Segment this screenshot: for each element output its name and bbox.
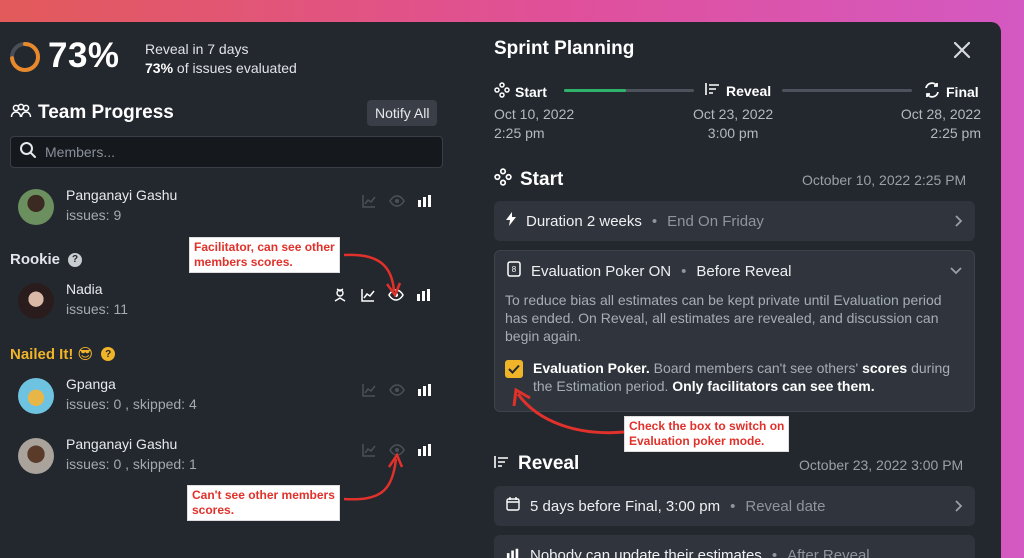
team-icon <box>10 103 32 124</box>
member-name: Gpanga <box>66 376 116 392</box>
close-icon[interactable] <box>950 38 974 62</box>
avatar <box>18 438 54 474</box>
member-issues: issues: 9 <box>66 207 122 223</box>
chevron-right-icon <box>955 215 963 227</box>
chevron-down-icon <box>950 267 962 275</box>
eye-icon[interactable] <box>389 193 405 209</box>
sprint-planning-column: Sprint Planning Start Reveal Final Oct 1… <box>460 22 1001 558</box>
member-name: Nadia <box>66 281 103 297</box>
search-icon <box>19 141 37 164</box>
cant-see-callout: Can't see other members scores. <box>187 485 340 521</box>
notify-all-button[interactable]: Notify All <box>367 100 438 126</box>
timeline-progress <box>564 89 626 92</box>
refresh-icon <box>923 82 941 101</box>
team-progress-column: 73% Reveal in 7 days 73% of issues evalu… <box>0 22 460 558</box>
stats-icon <box>506 547 520 558</box>
reveal-date-card[interactable]: 5 days before Final, 3:00 pm • Reveal da… <box>494 486 975 526</box>
help-icon[interactable]: ? <box>101 347 116 361</box>
avatar <box>18 283 54 319</box>
bolt-icon <box>506 212 516 230</box>
sprint-panel: 73% Reveal in 7 days 73% of issues evalu… <box>0 22 1001 558</box>
member-issues: issues: 0 , skipped: 1 <box>66 456 197 472</box>
callout-arrow <box>512 387 625 435</box>
reveal-section-date: October 23, 2022 3:00 PM <box>799 457 964 473</box>
start-date: Oct 10, 2022 2:25 pm <box>494 106 575 141</box>
reveal-section-header: Reveal <box>494 453 579 475</box>
member-issues: issues: 11 <box>66 301 128 317</box>
start-icon <box>494 168 512 191</box>
timeline-track <box>782 89 912 92</box>
member-row[interactable]: Panganayi Gashu issues: 9 <box>18 187 438 227</box>
progress-ring <box>10 42 40 72</box>
member-issues: issues: 0 , skipped: 4 <box>66 396 197 412</box>
member-name: Panganayi Gashu <box>66 436 178 452</box>
reveal-icon <box>494 455 510 474</box>
member-actions <box>361 193 433 209</box>
members-search[interactable] <box>10 136 443 168</box>
stats-icon[interactable] <box>417 193 433 209</box>
facilitator-callout: Facilitator, can see other members scores… <box>189 237 340 273</box>
member-name: Panganayi Gashu <box>66 187 178 203</box>
members-search-input[interactable] <box>45 144 425 160</box>
start-icon <box>494 82 510 101</box>
poker-description: To reduce bias all estimates can be kept… <box>505 292 942 344</box>
evaluated-summary: 73% of issues evaluated <box>145 60 297 76</box>
svg-text:8: 8 <box>512 265 517 274</box>
help-icon[interactable]: ? <box>68 252 83 267</box>
stage-reveal: Reveal <box>705 82 771 99</box>
final-date: Oct 28, 2022 2:25 pm <box>900 106 981 141</box>
callout-arrows <box>343 253 404 501</box>
avatar <box>18 189 54 225</box>
reveal-icon <box>705 82 721 99</box>
progress-percentage: 73% <box>48 36 120 75</box>
team-progress-header: Team Progress <box>10 102 174 124</box>
duration-card[interactable]: Duration 2 weeks • End On Friday <box>494 201 975 241</box>
chart-icon[interactable] <box>361 193 377 209</box>
group-nailed-it: Nailed It! 😎 ? <box>10 345 116 363</box>
chevron-right-icon <box>955 500 963 512</box>
poker-card-icon: 8 <box>507 261 521 281</box>
start-section-header: Start <box>494 168 563 191</box>
team-progress-title: Team Progress <box>38 102 174 123</box>
avatar <box>18 378 54 414</box>
reveal-update-card[interactable]: Nobody can update their estimates • Afte… <box>494 535 975 558</box>
check-box-callout: Check the box to switch on Evaluation pok… <box>624 416 790 452</box>
sprint-title: Sprint Planning <box>494 38 635 59</box>
group-rookie: Rookie ? <box>10 251 83 268</box>
evaluation-poker-checkbox[interactable] <box>505 360 523 378</box>
stage-start: Start <box>494 82 547 101</box>
stage-final: Final <box>923 82 979 101</box>
start-section-date: October 10, 2022 2:25 PM <box>802 172 967 188</box>
reveal-countdown: Reveal in 7 days <box>145 41 249 57</box>
reveal-date: Oct 23, 2022 3:00 pm <box>693 106 774 141</box>
calendar-icon <box>506 497 520 515</box>
